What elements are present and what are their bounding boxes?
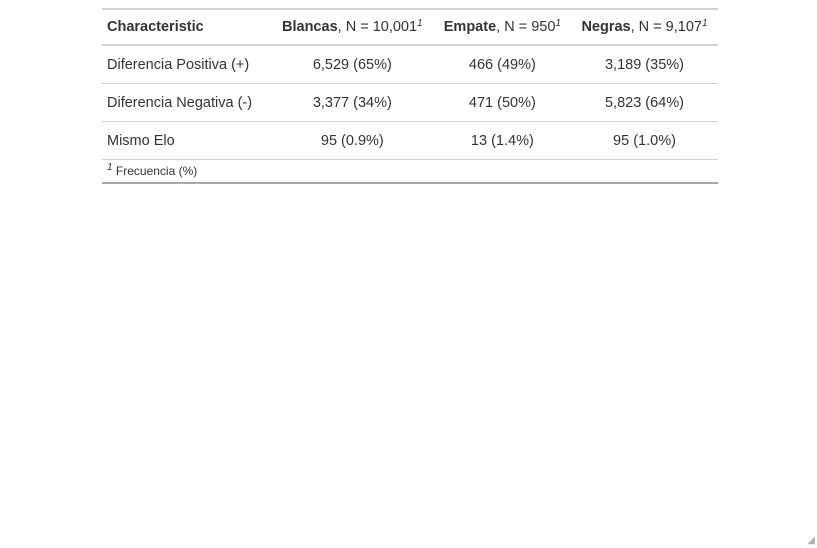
- row-label: Diferencia Positiva (+): [102, 45, 271, 84]
- table-footnote-row: 1 Frecuencia (%): [102, 159, 718, 183]
- cell-negras: 3,189 (35%): [570, 45, 718, 84]
- header-negras: Negras, N = 9,1071: [570, 9, 718, 46]
- footnote-marker: 1: [555, 18, 561, 29]
- header-characteristic: Characteristic: [102, 9, 271, 46]
- header-empate: Empate, N = 9501: [433, 9, 571, 46]
- cell-negras: 95 (1.0%): [570, 121, 718, 160]
- summary-table-container: Characteristic Blancas, N = 10,0011 Empa…: [102, 8, 718, 184]
- footnote-marker: 1: [417, 18, 423, 29]
- cell-empate: 466 (49%): [433, 45, 571, 84]
- row-label: Mismo Elo: [102, 121, 271, 160]
- cell-empate: 13 (1.4%): [433, 121, 571, 160]
- cell-blancas: 3,377 (34%): [270, 83, 434, 122]
- table-row: Diferencia Negativa (-) 3,377 (34%) 471 …: [102, 83, 718, 122]
- footnote-marker: 1: [701, 18, 708, 29]
- resize-grip-icon[interactable]: ◢: [805, 536, 815, 546]
- table-header-row: Characteristic Blancas, N = 10,0011 Empa…: [102, 9, 718, 46]
- summary-table: Characteristic Blancas, N = 10,0011 Empa…: [102, 8, 718, 184]
- header-blancas: Blancas, N = 10,0011: [270, 9, 434, 46]
- table-row: Diferencia Positiva (+) 6,529 (65%) 466 …: [102, 45, 718, 84]
- cell-empate: 471 (50%): [433, 83, 571, 122]
- table-footnote: 1 Frecuencia (%): [102, 159, 718, 183]
- row-label: Diferencia Negativa (-): [102, 83, 271, 122]
- table-row: Mismo Elo 95 (0.9%) 13 (1.4%) 95 (1.0%): [102, 121, 718, 160]
- cell-blancas: 95 (0.9%): [270, 121, 434, 160]
- cell-negras: 5,823 (64%): [570, 83, 718, 122]
- cell-blancas: 6,529 (65%): [270, 45, 434, 84]
- footnote-marker: 1: [107, 162, 113, 173]
